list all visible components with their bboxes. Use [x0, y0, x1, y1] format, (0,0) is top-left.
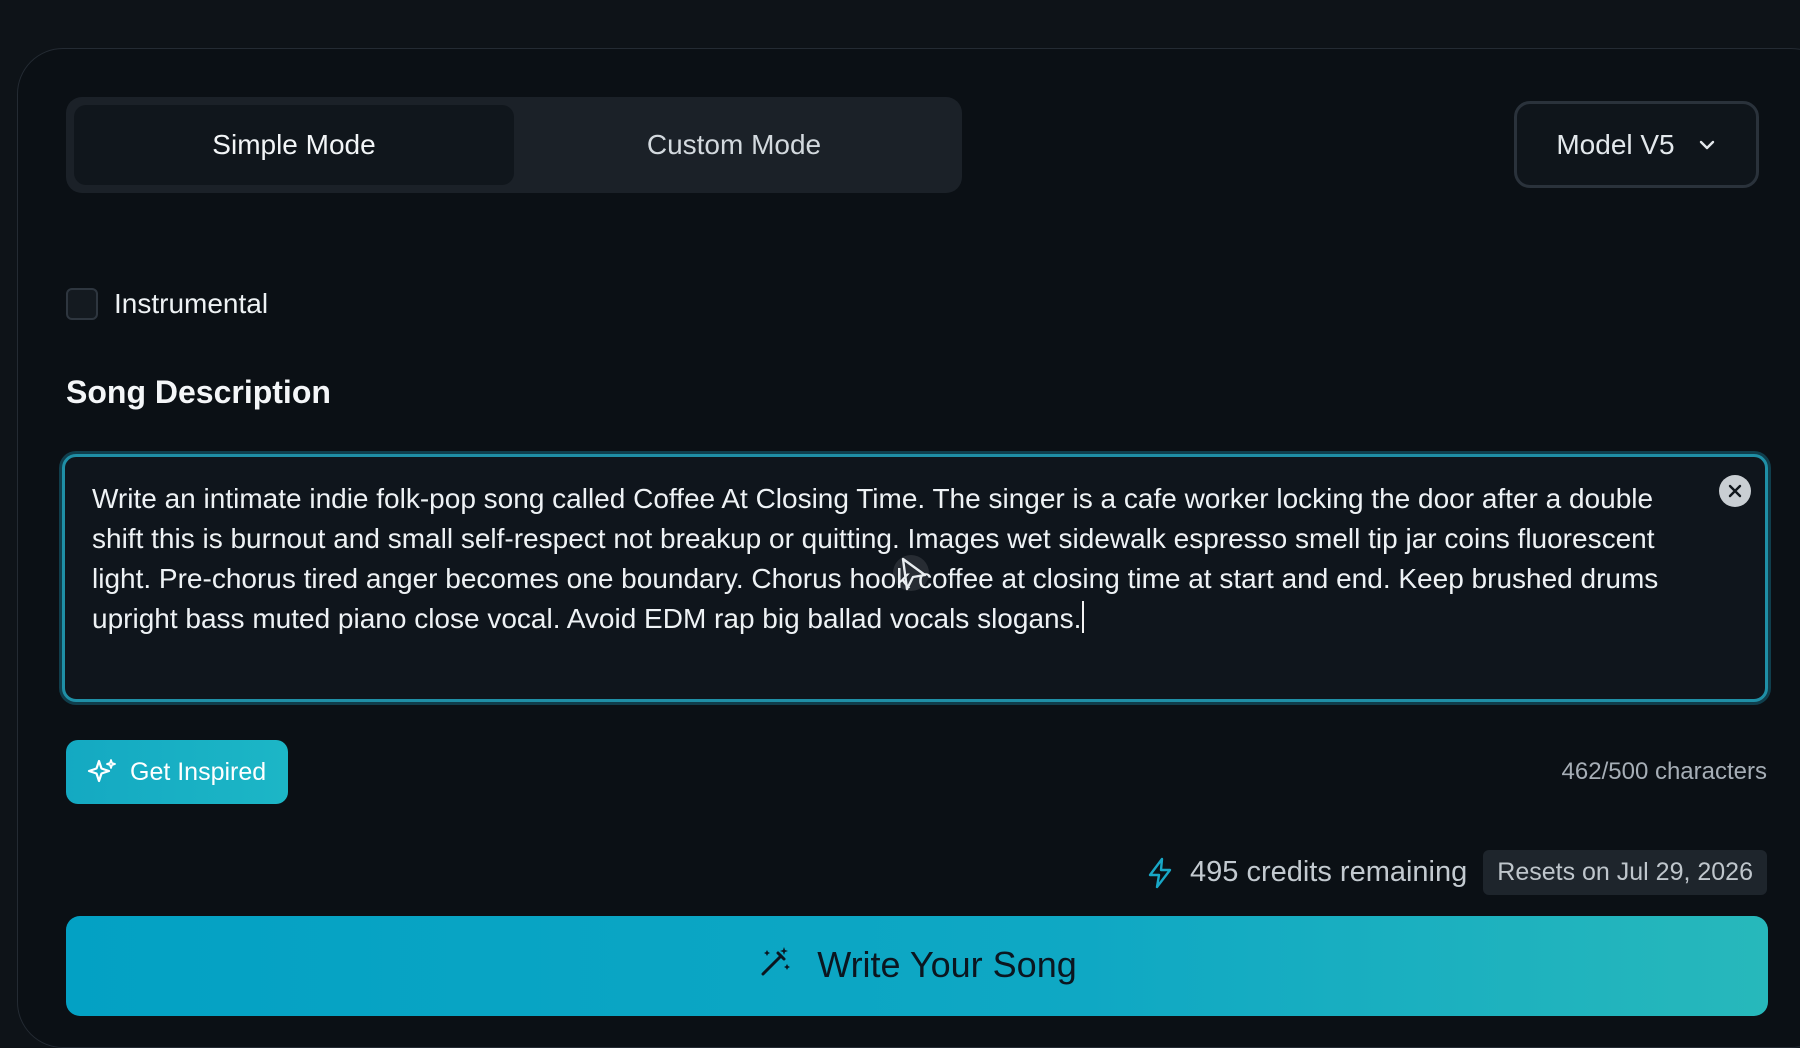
write-your-song-button[interactable]: Write Your Song — [66, 916, 1768, 1016]
instrumental-label: Instrumental — [114, 288, 269, 319]
simple-mode-tab[interactable]: Simple Mode — [74, 105, 514, 185]
sparkles-icon — [87, 759, 116, 783]
lightning-bolt-icon — [1148, 857, 1172, 888]
instrumental-checkbox[interactable] — [66, 288, 98, 320]
credits-reset-badge: Resets on Jul 29, 2026 — [1483, 850, 1767, 895]
write-your-song-label: Write Your Song — [817, 944, 1077, 985]
text-caret — [1082, 601, 1085, 633]
clear-text-button[interactable] — [1719, 475, 1751, 507]
song-description-title: Song Description — [66, 374, 331, 410]
get-inspired-label: Get Inspired — [130, 757, 267, 786]
character-count: 462/500 characters — [1561, 758, 1767, 785]
model-select-value: Model V5 — [1556, 128, 1675, 160]
credits-row: 495 credits remaining Resets on Jul 29, … — [1146, 850, 1767, 895]
mouse-cursor-icon — [893, 555, 929, 591]
close-icon — [1728, 484, 1742, 498]
instrumental-row: Instrumental — [66, 288, 268, 320]
credits-remaining: 495 credits remaining — [1190, 856, 1468, 888]
custom-mode-tab[interactable]: Custom Mode — [514, 105, 954, 185]
model-select[interactable]: Model V5 — [1514, 101, 1759, 188]
magic-wand-icon — [761, 947, 791, 976]
mode-toggle: Simple Mode Custom Mode — [66, 97, 962, 193]
get-inspired-button[interactable]: Get Inspired — [66, 740, 288, 804]
chevron-down-icon — [1699, 140, 1714, 149]
